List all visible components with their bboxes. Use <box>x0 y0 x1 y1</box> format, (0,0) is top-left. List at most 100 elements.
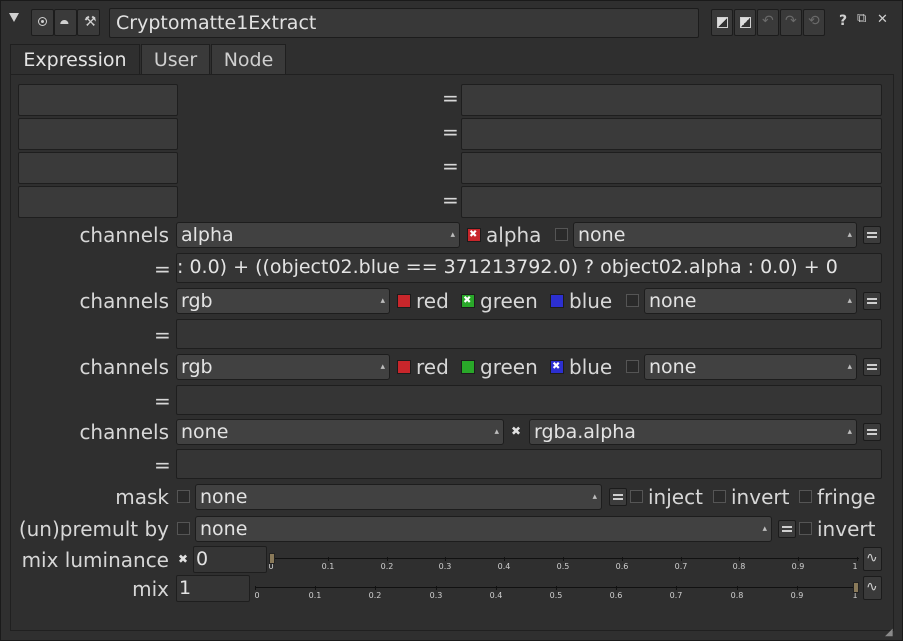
chevron-down-icon: ▴ <box>762 524 767 534</box>
tab-node[interactable]: Node <box>211 44 286 74</box>
undo-button[interactable]: ↶ <box>757 9 779 36</box>
tab-user[interactable]: User <box>141 44 210 74</box>
viewer-toggle-button[interactable] <box>31 9 54 36</box>
alpha-checkbox[interactable] <box>467 228 481 242</box>
temp-expr-field-2[interactable] <box>461 118 882 150</box>
curve-icon: ∿ <box>866 550 878 566</box>
channels3-menu[interactable]: rgb ▴ <box>176 354 390 380</box>
float-icon[interactable]: ⧉ <box>857 11 866 26</box>
red-checkbox[interactable] <box>397 360 411 374</box>
swatch-icon <box>740 17 751 28</box>
red-checkbox[interactable] <box>397 294 411 308</box>
slider-tick-label: 0.7 <box>674 562 688 571</box>
premult-checkbox[interactable] <box>177 522 190 535</box>
slider-tick <box>797 586 798 590</box>
slider-track <box>269 558 859 559</box>
blue-checkbox[interactable] <box>550 360 564 374</box>
link-button[interactable] <box>863 226 881 244</box>
center-node-button[interactable]: ⯊ <box>54 9 77 36</box>
mix-luminance-value: 0 <box>196 548 209 570</box>
channels2-extra-menu[interactable]: none ▴ <box>644 288 857 314</box>
help-icon[interactable]: ? <box>839 13 847 29</box>
extra-channel-checkbox[interactable] <box>555 228 568 241</box>
link-button[interactable] <box>863 292 881 310</box>
inject-checkbox[interactable] <box>630 490 643 503</box>
channels3-extra-value: none <box>649 356 697 378</box>
mix-luminance-slider[interactable]: 0 0.1 0.2 0.3 0.4 0.5 0.6 0.7 0.8 0.9 1 <box>268 553 859 579</box>
node-name-field[interactable]: Cryptomatte1Extract <box>109 8 699 38</box>
collapse-triangle-icon[interactable] <box>9 13 19 22</box>
premult-invert-checkbox[interactable] <box>799 522 812 535</box>
extra-channel-checkbox[interactable] <box>626 294 639 307</box>
channels3-expression-field[interactable] <box>176 385 882 415</box>
channels4-menu[interactable]: none ▴ <box>176 419 504 445</box>
temp-expr-field-4[interactable] <box>461 186 882 218</box>
channels3-extra-menu[interactable]: none ▴ <box>644 354 857 380</box>
channels-label: channels <box>79 420 169 444</box>
channels1-menu[interactable]: alpha ▴ <box>176 222 460 248</box>
temp-name-field-4[interactable] <box>18 186 178 218</box>
equals-sign: = <box>154 323 171 347</box>
mask-menu[interactable]: none ▴ <box>195 484 602 510</box>
link-button[interactable] <box>863 423 881 441</box>
redo-button[interactable]: ↷ <box>780 9 802 36</box>
slider-tick-label: 0.2 <box>380 562 394 571</box>
blue-checkbox[interactable] <box>550 294 564 308</box>
slider-tick <box>375 586 376 590</box>
temp-name-field-2[interactable] <box>18 118 178 150</box>
channels2-expression-field[interactable] <box>176 319 882 349</box>
channels4-second-menu[interactable]: rgba.alpha ▴ <box>529 419 857 445</box>
chevron-down-icon: ▴ <box>380 362 385 372</box>
node-settings-button[interactable]: ⚒ <box>77 9 100 36</box>
channels1-extra-menu[interactable]: none ▴ <box>573 222 857 248</box>
channels4-expression-field[interactable] <box>176 449 882 479</box>
blue-label: blue <box>569 289 613 313</box>
equals-sign: = <box>442 154 459 178</box>
mix-input[interactable]: 1 <box>176 575 250 602</box>
mix-label: mix <box>132 577 169 601</box>
curve-icon: ∿ <box>866 579 878 595</box>
fringe-checkbox[interactable] <box>799 490 812 503</box>
equals-sign: = <box>154 257 171 281</box>
color-picker-right-button[interactable] <box>734 9 756 36</box>
revert-button[interactable]: ⟲ <box>803 9 825 36</box>
temp-expr-field-3[interactable] <box>461 152 882 184</box>
slider-handle[interactable] <box>853 582 859 593</box>
premult-label: (un)premult by <box>18 517 169 541</box>
swatch-icon <box>717 17 728 28</box>
channels1-expression-field[interactable]: : 0.0) + ((object02.blue == 371213792.0)… <box>176 253 882 283</box>
link-button[interactable] <box>863 358 881 376</box>
invert-checkbox[interactable] <box>713 490 726 503</box>
mask-checkbox[interactable] <box>177 490 190 503</box>
channel-toggle-checkbox[interactable]: ✖ <box>511 424 521 438</box>
slider-handle[interactable] <box>269 553 275 564</box>
mix-slider[interactable]: 0 0.1 0.2 0.3 0.4 0.5 0.6 0.7 0.8 0.9 1 <box>254 582 859 608</box>
premult-menu[interactable]: none ▴ <box>195 516 772 542</box>
temp-name-field-3[interactable] <box>18 152 178 184</box>
mix-luminance-input[interactable]: 0 <box>193 546 267 573</box>
link-button[interactable] <box>778 520 796 538</box>
temp-name-field-1[interactable] <box>18 84 178 116</box>
slider-tick <box>328 557 329 561</box>
chevron-down-icon: ▴ <box>494 427 499 437</box>
channels-label: channels <box>79 355 169 379</box>
channels2-menu[interactable]: rgb ▴ <box>176 288 390 314</box>
close-icon[interactable]: ✕ <box>877 12 888 27</box>
tab-expression[interactable]: Expression <box>10 44 140 74</box>
slider-tick <box>504 557 505 561</box>
node-graph-icon: ⯊ <box>60 18 69 31</box>
mix-luminance-animation-button[interactable]: ∿ <box>863 547 882 571</box>
color-picker-left-button[interactable] <box>711 9 733 36</box>
green-checkbox[interactable] <box>461 294 475 308</box>
green-checkbox[interactable] <box>461 360 475 374</box>
link-button[interactable] <box>609 488 627 506</box>
resize-grip-icon[interactable]: ◢ <box>885 627 893 638</box>
mix-animation-button[interactable]: ∿ <box>863 576 882 600</box>
temp-expr-field-1[interactable] <box>461 84 882 116</box>
extra-channel-checkbox[interactable] <box>626 360 639 373</box>
premult-invert-label: invert <box>817 517 876 541</box>
red-label: red <box>416 355 449 379</box>
mask-menu-value: none <box>200 486 248 508</box>
slider-tick-label: 0.2 <box>368 591 382 600</box>
mix-luminance-checkbox[interactable]: ✖ <box>178 552 188 566</box>
